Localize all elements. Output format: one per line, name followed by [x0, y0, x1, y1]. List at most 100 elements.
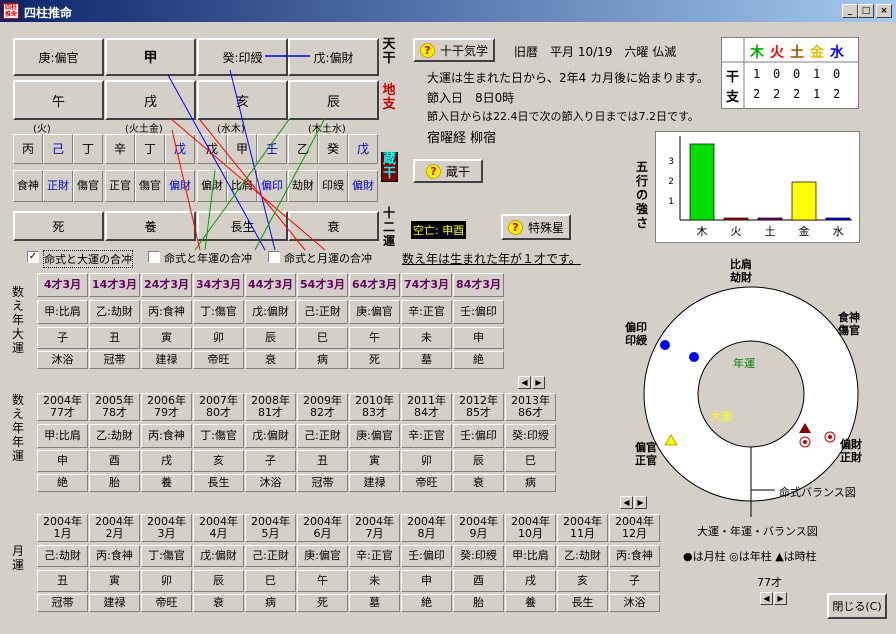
- getsuun-un-cell[interactable]: 冠帯: [37, 594, 88, 612]
- taiun-shi-cell[interactable]: 申: [453, 327, 504, 349]
- nenun-prev-button[interactable]: ◀: [518, 376, 531, 389]
- getsuun-kan-cell[interactable]: 丁:傷官: [141, 545, 192, 567]
- nenun-year-cell[interactable]: 2008年 81才: [245, 393, 296, 421]
- taiun-un-cell[interactable]: 冠帯: [89, 351, 140, 369]
- nenun-shi-cell[interactable]: 亥: [193, 450, 244, 472]
- nenun-un-cell[interactable]: 胎: [89, 474, 140, 492]
- age-prev-button[interactable]: ◀: [760, 592, 773, 605]
- nenun-shi-cell[interactable]: 申: [37, 450, 88, 472]
- nenun-un-cell[interactable]: 養: [141, 474, 192, 492]
- nenun-un-cell[interactable]: 絶: [37, 474, 88, 492]
- taiun-shi-cell[interactable]: 辰: [245, 327, 296, 349]
- nenun-year-cell[interactable]: 2013年 86才: [505, 393, 556, 421]
- taiun-kan-cell[interactable]: 丙:食神: [141, 300, 192, 324]
- getsuun-shi-cell[interactable]: 卯: [141, 570, 192, 592]
- taiun-age-cell[interactable]: 14才3月: [89, 273, 140, 297]
- getsuun-kan-cell[interactable]: 壬:偏印: [401, 545, 452, 567]
- getsuun-month-cell[interactable]: 2004年 6月: [297, 514, 348, 542]
- taiun-shi-cell[interactable]: 卯: [193, 327, 244, 349]
- nenun-shi-cell[interactable]: 巳: [505, 450, 556, 472]
- getsuun-month-cell[interactable]: 2004年 7月: [349, 514, 400, 542]
- nenun-year-cell[interactable]: 2004年 77才: [37, 393, 88, 421]
- nenun-shi-cell[interactable]: 酉: [89, 450, 140, 472]
- nenun-shi-cell[interactable]: 辰: [453, 450, 504, 472]
- getsuun-shi-cell[interactable]: 午: [297, 570, 348, 592]
- getsuun-kan-cell[interactable]: 甲:比肩: [505, 545, 556, 567]
- getsuun-month-cell[interactable]: 2004年 8月: [401, 514, 452, 542]
- taiun-kan-cell[interactable]: 戊:偏財: [245, 300, 296, 324]
- age-next-button[interactable]: ▶: [774, 592, 787, 605]
- taiun-kan-cell[interactable]: 己:正財: [297, 300, 348, 324]
- fortune-checkbox[interactable]: ✓: [27, 251, 39, 263]
- taiun-un-cell[interactable]: 絶: [453, 351, 504, 369]
- getsuun-shi-cell[interactable]: 丑: [37, 570, 88, 592]
- taiun-age-cell[interactable]: 54才3月: [297, 273, 348, 297]
- getsuun-un-cell[interactable]: 長生: [557, 594, 608, 612]
- taiun-kan-cell[interactable]: 丁:傷官: [193, 300, 244, 324]
- taiun-kan-cell[interactable]: 乙:劫財: [89, 300, 140, 324]
- getsuun-kan-cell[interactable]: 己:正財: [245, 545, 296, 567]
- nenun-year-cell[interactable]: 2009年 82才: [297, 393, 348, 421]
- tokushu-sei-button[interactable]: ? 特殊星: [501, 214, 571, 240]
- taiun-shi-cell[interactable]: 未: [401, 327, 452, 349]
- taiun-age-cell[interactable]: 4才3月: [37, 273, 88, 297]
- nenun-shi-cell[interactable]: 丑: [297, 450, 348, 472]
- taiun-un-cell[interactable]: 衰: [245, 351, 296, 369]
- zokan-button[interactable]: ? 蔵干: [413, 159, 483, 183]
- nenun-shi-cell[interactable]: 寅: [349, 450, 400, 472]
- checkbox-label[interactable]: 命式と月運の合冲: [284, 250, 372, 266]
- taiun-un-cell[interactable]: 建禄: [141, 351, 192, 369]
- fortune-checkbox[interactable]: [268, 251, 280, 263]
- getsuun-month-cell[interactable]: 2004年 4月: [193, 514, 244, 542]
- nenun-kan-cell[interactable]: 庚:偏官: [349, 424, 400, 448]
- taiun-age-cell[interactable]: 74才3月: [401, 273, 452, 297]
- getsuun-un-cell[interactable]: 病: [245, 594, 296, 612]
- getsuun-shi-cell[interactable]: 未: [349, 570, 400, 592]
- nenun-kan-cell[interactable]: 丁:傷官: [193, 424, 244, 448]
- taiun-age-cell[interactable]: 84才3月: [453, 273, 504, 297]
- taiun-un-cell[interactable]: 墓: [401, 351, 452, 369]
- nenun-kan-cell[interactable]: 己:正財: [297, 424, 348, 448]
- jikkan-kigaku-button[interactable]: ? 十干気学: [413, 38, 495, 62]
- nenun-un-cell[interactable]: 帝旺: [401, 474, 452, 492]
- getsuun-kan-cell[interactable]: 庚:偏官: [297, 545, 348, 567]
- getsuun-kan-cell[interactable]: 己:劫財: [37, 545, 88, 567]
- nenun-year-cell[interactable]: 2011年 84才: [401, 393, 452, 421]
- taiun-age-cell[interactable]: 24才3月: [141, 273, 192, 297]
- nenun-kan-cell[interactable]: 乙:劫財: [89, 424, 140, 448]
- getsuun-kan-cell[interactable]: 癸:印綬: [453, 545, 504, 567]
- nenun-un-cell[interactable]: 長生: [193, 474, 244, 492]
- taiun-shi-cell[interactable]: 巳: [297, 327, 348, 349]
- taiun-age-cell[interactable]: 64才3月: [349, 273, 400, 297]
- fortune-checkbox[interactable]: [148, 251, 160, 263]
- taiun-age-cell[interactable]: 44才3月: [245, 273, 296, 297]
- taiun-un-cell[interactable]: 病: [297, 351, 348, 369]
- taiun-age-cell[interactable]: 34才3月: [193, 273, 244, 297]
- getsuun-shi-cell[interactable]: 亥: [557, 570, 608, 592]
- nenun-kan-cell[interactable]: 戊:偏財: [245, 424, 296, 448]
- getsuun-month-cell[interactable]: 2004年 9月: [453, 514, 504, 542]
- getsuun-kan-cell[interactable]: 乙:劫財: [557, 545, 608, 567]
- getsuun-un-cell[interactable]: 建禄: [89, 594, 140, 612]
- taiun-un-cell[interactable]: 帝旺: [193, 351, 244, 369]
- getsuun-shi-cell[interactable]: 辰: [193, 570, 244, 592]
- getsuun-un-cell[interactable]: 胎: [453, 594, 504, 612]
- getsuun-un-cell[interactable]: 沐浴: [609, 594, 660, 612]
- taiun-shi-cell[interactable]: 午: [349, 327, 400, 349]
- getsuun-un-cell[interactable]: 養: [505, 594, 556, 612]
- getsuun-month-cell[interactable]: 2004年 10月: [505, 514, 556, 542]
- nenun-un-cell[interactable]: 衰: [453, 474, 504, 492]
- getsuun-month-cell[interactable]: 2004年 2月: [89, 514, 140, 542]
- getsuun-shi-cell[interactable]: 酉: [453, 570, 504, 592]
- nenun-year-cell[interactable]: 2007年 80才: [193, 393, 244, 421]
- getsuun-kan-cell[interactable]: 戊:偏財: [193, 545, 244, 567]
- getsuun-un-cell[interactable]: 墓: [349, 594, 400, 612]
- getsuun-un-cell[interactable]: 衰: [193, 594, 244, 612]
- nenun-kan-cell[interactable]: 壬:偏印: [453, 424, 504, 448]
- nenun-kan-cell[interactable]: 丙:食神: [141, 424, 192, 448]
- nenun-shi-cell[interactable]: 戌: [141, 450, 192, 472]
- getsuun-shi-cell[interactable]: 寅: [89, 570, 140, 592]
- taiun-un-cell[interactable]: 沐浴: [37, 351, 88, 369]
- nenun-kan-cell[interactable]: 癸:印綬: [505, 424, 556, 448]
- getsuun-month-cell[interactable]: 2004年 3月: [141, 514, 192, 542]
